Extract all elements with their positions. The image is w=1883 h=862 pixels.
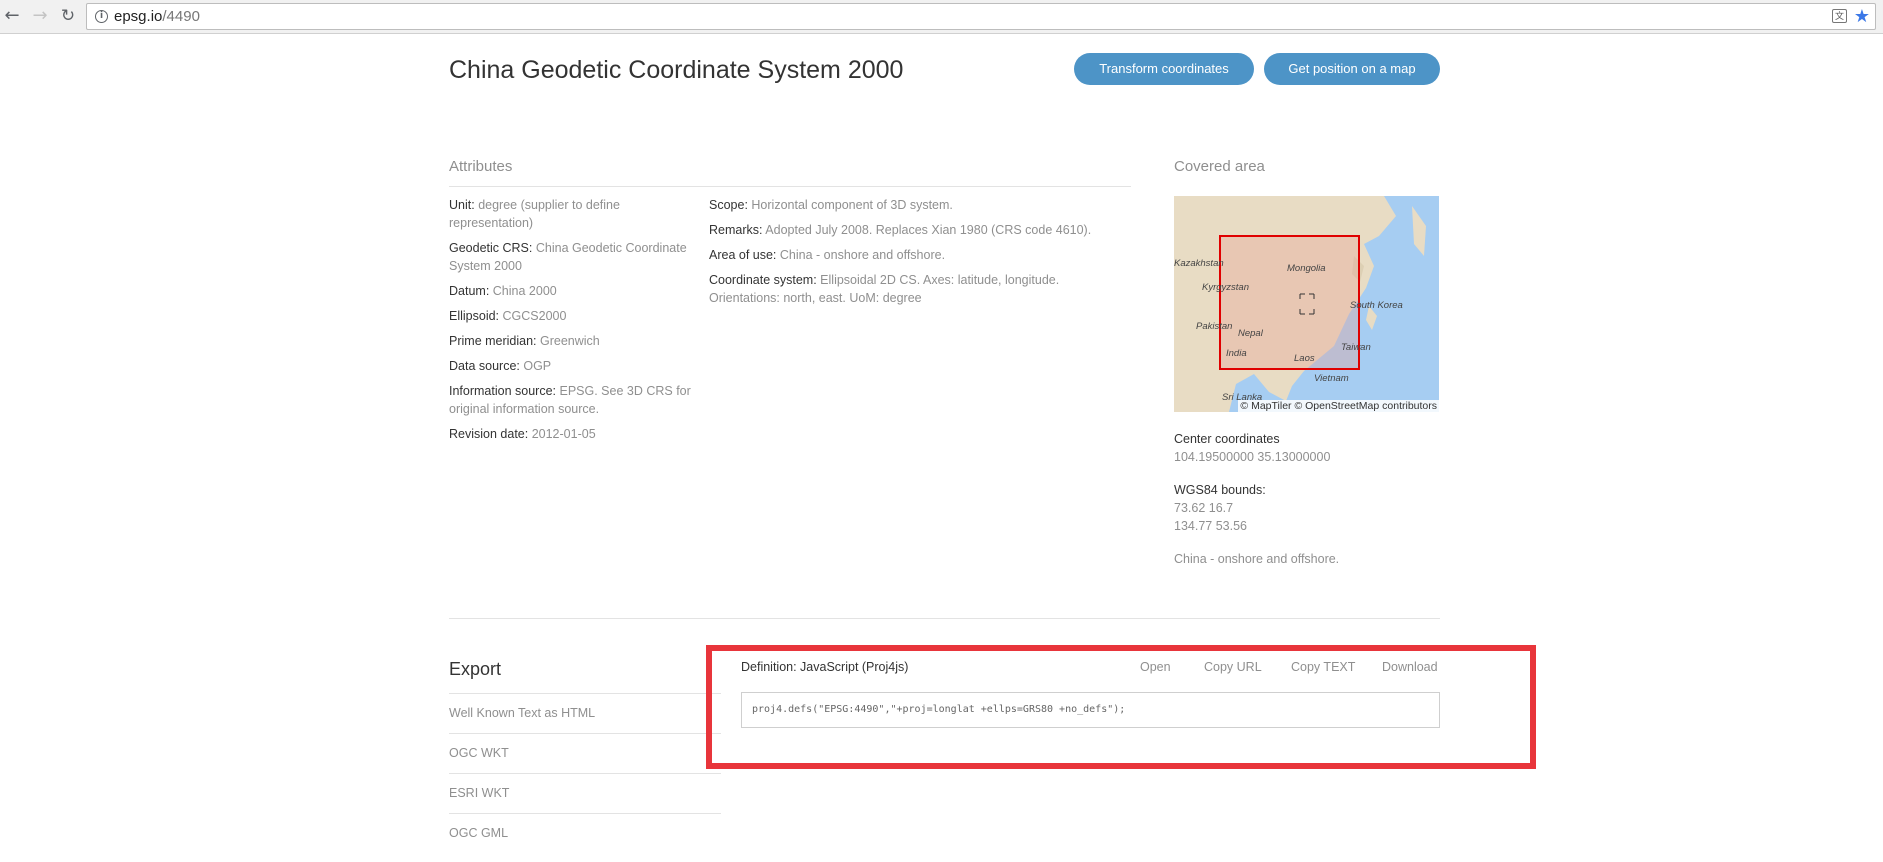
map-label: Taiwan: [1341, 342, 1371, 353]
transform-coordinates-button[interactable]: Transform coordinates: [1074, 53, 1254, 85]
definition-label: Definition: JavaScript (Proj4js): [741, 660, 909, 674]
map-label: India: [1226, 348, 1247, 359]
attribute-label: Information source:: [449, 384, 556, 398]
attribute-value: 2012-01-05: [531, 427, 596, 441]
section-divider: [449, 618, 1440, 619]
attribute-ellipsoid: Ellipsoid: CGCS2000: [449, 307, 699, 325]
copy-text-link[interactable]: Copy TEXT: [1291, 660, 1355, 674]
coverage-map[interactable]: Kazakhstan Mongolia Kyrgyzstan South Kor…: [1174, 196, 1439, 412]
map-label: South Korea: [1350, 300, 1403, 311]
center-coordinates-value: 104.19500000 35.13000000: [1174, 450, 1331, 464]
attributes-right-column: Scope: Horizontal component of 3D system…: [709, 196, 1109, 314]
attribute-data-source: Data source: OGP: [449, 357, 699, 375]
export-item-ogc-gml[interactable]: OGC GML: [449, 813, 721, 853]
attribute-value: OGP: [523, 359, 552, 373]
attribute-value: degree (supplier to define representatio…: [449, 198, 620, 230]
map-attribution[interactable]: © MapTiler © OpenStreetMap contributors: [1238, 400, 1439, 412]
attribute-information-source: Information source: EPSG. See 3D CRS for…: [449, 382, 699, 418]
attribute-coordinate-system: Coordinate system: Ellipsoidal 2D CS. Ax…: [709, 271, 1109, 307]
attribute-value: China - onshore and offshore.: [779, 248, 946, 262]
attribute-label: Area of use:: [709, 248, 777, 262]
attribute-value: Adopted July 2008. Replaces Xian 1980 (C…: [765, 223, 1092, 237]
wgs84-bounds-min: 73.62 16.7: [1174, 501, 1234, 515]
open-link[interactable]: Open: [1140, 660, 1171, 674]
info-icon[interactable]: i: [95, 10, 108, 23]
export-heading: Export: [449, 659, 502, 679]
map-label: Kyrgyzstan: [1202, 282, 1249, 293]
attribute-value: Greenwich: [540, 334, 600, 348]
attribute-label: Prime meridian:: [449, 334, 537, 348]
url-host: epsg.io: [114, 8, 163, 25]
attribute-datum: Datum: China 2000: [449, 282, 699, 300]
export-item-esri-wkt[interactable]: ESRI WKT: [449, 773, 721, 813]
export-item-wkt-html[interactable]: Well Known Text as HTML: [449, 693, 721, 733]
attribute-label: Scope:: [709, 198, 748, 212]
star-icon[interactable]: ★: [1854, 6, 1870, 27]
map-label: Pakistan: [1196, 321, 1232, 332]
attribute-label: Unit:: [449, 198, 475, 212]
attribute-area-of-use: Area of use: China - onshore and offshor…: [709, 246, 1109, 264]
attributes-heading: Attributes: [449, 158, 513, 175]
attribute-geodetic-crs: Geodetic CRS: China Geodetic Coordinate …: [449, 239, 699, 275]
attribute-scope: Scope: Horizontal component of 3D system…: [709, 196, 1109, 214]
attribute-label: Geodetic CRS:: [449, 241, 533, 255]
get-position-on-map-button[interactable]: Get position on a map: [1264, 53, 1440, 85]
attribute-value: Horizontal component of 3D system.: [751, 198, 953, 212]
attribute-label: Remarks:: [709, 223, 763, 237]
translate-icon[interactable]: 文: [1832, 9, 1847, 23]
reload-icon[interactable]: ↻: [58, 6, 78, 26]
attribute-revision-date: Revision date: 2012-01-05: [449, 425, 699, 443]
browser-toolbar: ← → ↻ i epsg.io/4490 文 ★: [0, 0, 1883, 34]
attribute-label: Coordinate system:: [709, 273, 817, 287]
center-coordinates-label: Center coordinates: [1174, 432, 1280, 446]
attribute-label: Datum:: [449, 284, 490, 298]
back-arrow-icon[interactable]: ←: [2, 6, 22, 26]
attribute-unit: Unit: degree (supplier to define represe…: [449, 196, 699, 232]
url-path: /4490: [162, 8, 200, 25]
area-description: China - onshore and offshore.: [1174, 552, 1340, 566]
url-text[interactable]: epsg.io/4490: [114, 8, 200, 25]
forward-arrow-icon[interactable]: →: [30, 6, 50, 26]
map-label: Nepal: [1238, 328, 1264, 339]
address-bar[interactable]: i epsg.io/4490 文 ★: [86, 3, 1876, 30]
map-label: Vietnam: [1314, 373, 1349, 384]
attribute-label: Revision date:: [449, 427, 529, 441]
attribute-value: CGCS2000: [502, 309, 567, 323]
download-link[interactable]: Download: [1382, 660, 1438, 674]
export-list: Well Known Text as HTML OGC WKT ESRI WKT…: [449, 693, 721, 853]
attributes-left-column: Unit: degree (supplier to define represe…: [449, 196, 699, 450]
attribute-label: Data source:: [449, 359, 520, 373]
attribute-label: Ellipsoid:: [449, 309, 500, 323]
export-item-ogc-wkt[interactable]: OGC WKT: [449, 733, 721, 773]
wgs84-bounds-max: 134.77 53.56: [1174, 519, 1247, 533]
coverage-map-image: Kazakhstan Mongolia Kyrgyzstan South Kor…: [1174, 196, 1439, 412]
map-label: Mongolia: [1287, 263, 1326, 274]
attribute-value: China 2000: [492, 284, 557, 298]
attribute-remarks: Remarks: Adopted July 2008. Replaces Xia…: [709, 221, 1109, 239]
map-label: Laos: [1294, 353, 1315, 364]
copy-url-link[interactable]: Copy URL: [1204, 660, 1262, 674]
attributes-divider: [449, 186, 1131, 187]
covered-area-heading: Covered area: [1174, 158, 1265, 175]
definition-code-field[interactable]: proj4.defs("EPSG:4490","+proj=longlat +e…: [741, 692, 1440, 728]
wgs84-bounds-label: WGS84 bounds:: [1174, 483, 1266, 497]
page-title: China Geodetic Coordinate System 2000: [449, 56, 904, 84]
map-label: Kazakhstan: [1174, 258, 1224, 269]
attribute-prime-meridian: Prime meridian: Greenwich: [449, 332, 699, 350]
